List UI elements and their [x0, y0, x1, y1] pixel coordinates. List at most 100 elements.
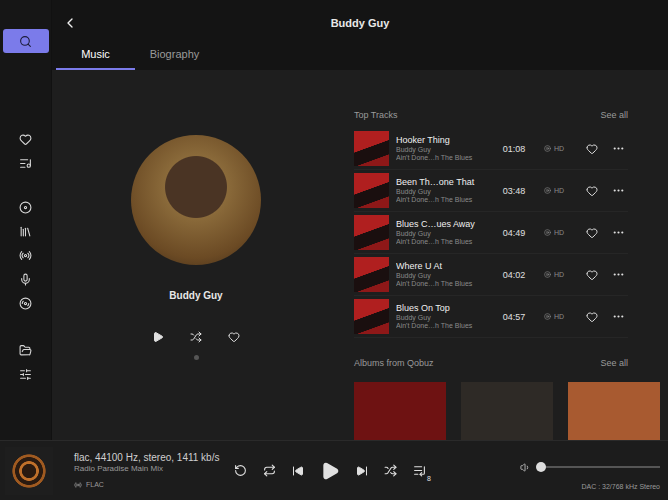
sidebar-group: [3, 29, 49, 53]
track-artist: Buddy Guy: [396, 230, 496, 238]
quality-icon: [544, 313, 551, 320]
main-area: Buddy GuyMusicBiographyBuddy GuyTop Trac…: [0, 0, 668, 440]
header: Buddy Guy MusicBiography: [52, 0, 668, 70]
track-list: Hooker ThingBuddy GuyAin't Done…h The Bl…: [354, 128, 628, 338]
sidebar-item[interactable]: [11, 291, 41, 315]
sidebar-item[interactable]: [3, 29, 49, 53]
more-icon: [612, 142, 625, 155]
album-cover[interactable]: [354, 382, 446, 440]
sidebar-item[interactable]: [11, 219, 41, 243]
station-name: Radio Paradise Main Mix: [74, 464, 224, 474]
track-title: Blues C…ues Away: [396, 219, 496, 229]
quality-badge: HD: [532, 229, 576, 236]
artist-name: Buddy Guy: [169, 290, 222, 301]
see-all-button[interactable]: See all: [600, 358, 628, 368]
track-duration: 04:57: [496, 312, 532, 322]
sidebar-item[interactable]: [11, 338, 41, 362]
replay-button[interactable]: [234, 464, 247, 477]
back-button[interactable]: [62, 15, 78, 31]
see-all-button[interactable]: See all: [600, 110, 628, 120]
disc-icon: [19, 201, 32, 214]
track-duration: 04:02: [496, 270, 532, 280]
favorite-button[interactable]: [586, 269, 598, 281]
library-icon: [19, 225, 32, 238]
track-artist: Buddy Guy: [396, 188, 496, 196]
sidebar-item[interactable]: [11, 195, 41, 219]
volume-icon: [520, 462, 531, 473]
heart-icon: [586, 269, 598, 281]
more-button[interactable]: [612, 184, 625, 197]
player-bar: flac, 44100 Hz, stereo, 1411 kb/sRadio P…: [0, 440, 668, 500]
track-artist: Buddy Guy: [396, 272, 496, 280]
section-title: Albums from Qobuz: [354, 358, 434, 368]
sidebar-item[interactable]: [11, 127, 41, 151]
track-title: Hooker Thing: [396, 135, 496, 145]
queue-button[interactable]: 8: [413, 464, 426, 477]
queue-count: 8: [427, 475, 431, 482]
more-button[interactable]: [612, 310, 625, 323]
play-button[interactable]: [320, 461, 340, 481]
track-row[interactable]: Blues C…ues AwayBuddy GuyAin't Done…h Th…: [354, 212, 628, 254]
album-row: [354, 382, 664, 440]
shuffle-icon: [384, 464, 397, 477]
play-icon: [320, 461, 340, 481]
sidebar-item[interactable]: [11, 151, 41, 175]
right-panel: Top TracksSee allHooker ThingBuddy GuyAi…: [354, 70, 628, 440]
format-badge: FLAC: [74, 481, 224, 489]
folder-icon: [19, 344, 32, 357]
track-album: Ain't Done…h The Blues: [396, 322, 496, 330]
quality-badge: HD: [532, 145, 576, 152]
track-row[interactable]: Blues On TopBuddy GuyAin't Done…h The Bl…: [354, 296, 628, 338]
page-dot: [194, 355, 199, 360]
heart-icon: [586, 143, 598, 155]
quality-icon: [544, 271, 551, 278]
track-row[interactable]: Been Th…one ThatBuddy GuyAin't Done…h Th…: [354, 170, 628, 212]
queue-icon: [413, 464, 426, 477]
disc-icon: [19, 297, 32, 310]
previous-button[interactable]: [292, 465, 304, 477]
more-button[interactable]: [612, 142, 625, 155]
album-cover[interactable]: [568, 382, 660, 440]
track-title: Been Th…one That: [396, 177, 496, 187]
favorite-button[interactable]: [586, 227, 598, 239]
favorite-button[interactable]: [586, 311, 598, 323]
sidebar-item[interactable]: [11, 267, 41, 291]
favorite-button[interactable]: [586, 143, 598, 155]
sidebar-item[interactable]: [11, 243, 41, 267]
more-button[interactable]: [612, 226, 625, 239]
sidebar-item[interactable]: [11, 362, 41, 386]
more-icon: [612, 268, 625, 281]
heart-icon: [586, 311, 598, 323]
more-button[interactable]: [612, 268, 625, 281]
radio-icon: [74, 481, 82, 489]
favorite-button[interactable]: [228, 331, 240, 343]
track-row[interactable]: Hooker ThingBuddy GuyAin't Done…h The Bl…: [354, 128, 628, 170]
shuffle-button[interactable]: [190, 331, 202, 343]
track-thumbnail: [354, 215, 389, 250]
page-title: Buddy Guy: [52, 17, 668, 29]
track-thumbnail: [354, 299, 389, 334]
heart-icon: [19, 133, 32, 146]
album-cover[interactable]: [461, 382, 553, 440]
track-thumbnail: [354, 257, 389, 292]
sidebar-group: [11, 127, 41, 175]
quality-badge: HD: [532, 271, 576, 278]
next-button[interactable]: [356, 465, 368, 477]
quality-badge: HD: [532, 313, 576, 320]
repeat-button[interactable]: [263, 464, 276, 477]
tab[interactable]: Biography: [135, 45, 214, 70]
track-row[interactable]: Where U AtBuddy GuyAin't Done…h The Blue…: [354, 254, 628, 296]
favorite-button[interactable]: [586, 185, 598, 197]
artist-photo: [131, 135, 261, 265]
track-artist: Buddy Guy: [396, 314, 496, 322]
stream-format: flac, 44100 Hz, stereo, 1411 kb/s: [74, 452, 224, 464]
more-icon: [612, 226, 625, 239]
play-button[interactable]: [152, 331, 164, 343]
tab[interactable]: Music: [56, 45, 135, 70]
volume-slider[interactable]: [537, 466, 660, 468]
shuffle-button[interactable]: [384, 464, 397, 477]
section-header: Albums from Qobuz See all: [354, 356, 628, 370]
volume-knob[interactable]: [536, 462, 546, 472]
heart-icon: [228, 331, 240, 343]
shuffle-icon: [190, 331, 202, 343]
